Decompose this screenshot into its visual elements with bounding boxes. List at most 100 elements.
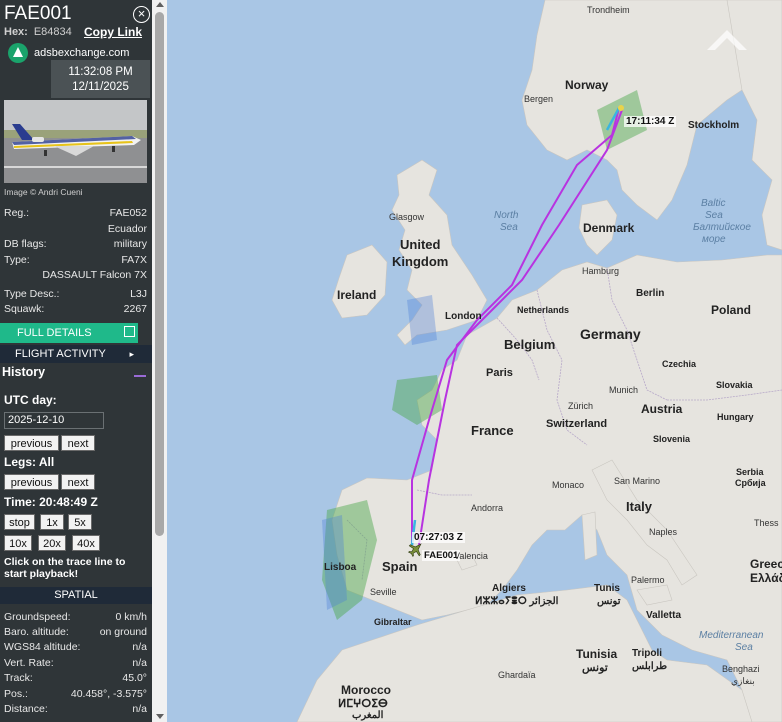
collapse-icon[interactable] [134, 375, 146, 377]
detail-value: FA7X [121, 254, 147, 266]
place-label: Palermo [631, 575, 665, 585]
external-link-icon [124, 326, 135, 337]
place-label: Benghazi [722, 664, 760, 674]
scroll-down-arrow-icon[interactable] [156, 714, 164, 719]
spatial-value: n/a [132, 703, 147, 715]
scroll-thumb[interactable] [155, 12, 164, 536]
place-label: Greec [750, 557, 782, 571]
place-label: United [400, 237, 441, 252]
history-title: History [2, 365, 46, 379]
place-label: Poland [711, 303, 752, 317]
speed-5x-button[interactable]: 5x [68, 514, 92, 530]
playback-hint: Click on the trace line to start playbac… [4, 556, 126, 580]
detail-value: 2267 [123, 303, 147, 315]
place-label: Berlin [636, 288, 665, 299]
map-view[interactable]: 07:27:03 Z 17:11:34 Z FAE001 Trondheim N… [167, 0, 782, 722]
hex-value: E84834 [33, 26, 72, 38]
flight-activity-button[interactable]: FLIGHT ACTIVITY ▸ [0, 345, 152, 363]
scroll-up-arrow-icon[interactable] [156, 2, 164, 7]
speed-20x-button[interactable]: 20x [38, 535, 66, 551]
place-label: المغرب [352, 710, 384, 721]
hex-label: Hex: [4, 26, 28, 38]
place-label: Gibraltar [374, 617, 412, 627]
legs-label: Legs: All [4, 455, 55, 469]
place-label: Sea [500, 222, 518, 233]
detail-value: military [113, 238, 147, 250]
place-label: Denmark [583, 221, 635, 235]
place-label: Glasgow [389, 212, 425, 222]
detail-value: FAE052 [109, 207, 147, 219]
place-label: France [471, 423, 514, 438]
time-label: Time: 20:48:49 Z [4, 495, 98, 509]
place-label: تونس [597, 596, 621, 607]
place-label: Sea [735, 642, 753, 653]
detail-label: Type: [4, 254, 30, 266]
sidebar-scrollbar[interactable] [152, 0, 167, 722]
place-label: Algiers [492, 583, 526, 594]
place-label: Switzerland [546, 418, 608, 430]
prev-day-button[interactable]: previous [4, 435, 59, 451]
full-details-label: FULL DETAILS [17, 327, 92, 339]
place-label: Thess [754, 518, 779, 528]
place-label: Andorra [471, 503, 504, 513]
flight-activity-label: FLIGHT ACTIVITY [15, 348, 106, 360]
place-label: Austria [641, 402, 683, 416]
spatial-label: Track: [4, 672, 33, 684]
speed-10x-button[interactable]: 10x [4, 535, 32, 551]
place-label: Tunisia [576, 647, 618, 661]
full-details-button[interactable]: FULL DETAILS [0, 323, 138, 343]
trace-end-time-label: 17:11:34 Z [624, 116, 677, 127]
place-label: Hamburg [582, 266, 620, 276]
spatial-label: Groundspeed: [4, 611, 71, 623]
place-label: Tunis [594, 583, 620, 594]
place-label: Netherlands [517, 305, 570, 315]
next-day-button[interactable]: next [61, 435, 95, 451]
place-label: Czechia [662, 359, 697, 369]
place-label: Hungary [717, 412, 754, 422]
place-label: Slovenia [653, 434, 691, 444]
place-label: Baltic [701, 198, 726, 209]
place-label: Germany [580, 326, 641, 342]
spatial-section-header[interactable]: SPATIAL [0, 587, 152, 604]
prev-leg-button[interactable]: previous [4, 474, 59, 490]
place-label: تونس [582, 662, 608, 674]
place-label: Kingdom [392, 254, 449, 269]
place-label: Sea [705, 210, 723, 221]
spatial-value: n/a [132, 641, 147, 653]
utc-date-input[interactable]: 2025-12-10 [4, 412, 104, 429]
speed-1x-button[interactable]: 1x [40, 514, 64, 530]
detail-label: Type Desc.: [4, 288, 60, 300]
site-link[interactable]: adsbexchange.com [34, 47, 129, 59]
place-label: North [494, 210, 519, 221]
place-label: Valencia [454, 551, 488, 561]
detail-label: Squawk: [4, 303, 45, 315]
place-label: Valletta [646, 610, 682, 621]
spatial-value: n/a [132, 657, 147, 669]
place-label: Spain [382, 559, 418, 574]
aircraft-photo[interactable] [4, 100, 147, 183]
spatial-label: Pos.: [4, 688, 28, 700]
next-leg-button[interactable]: next [61, 474, 95, 490]
adsbexchange-logo-icon [8, 43, 28, 63]
place-label: Србија [735, 478, 766, 488]
close-button[interactable]: × [133, 6, 150, 23]
spatial-label: Distance: [4, 703, 48, 715]
place-label: Ελλάδ [750, 571, 782, 585]
spatial-label: WGS84 altitude: [4, 641, 81, 653]
place-label: море [702, 234, 726, 245]
trace-end-marker [618, 105, 624, 111]
stop-button[interactable]: stop [4, 514, 35, 530]
spatial-value: 45.0° [122, 672, 147, 684]
place-label: Stockholm [688, 120, 740, 131]
place-label: Munich [609, 385, 639, 395]
clock-time: 11:32:08 PM [68, 66, 133, 78]
spatial-value: on ground [99, 626, 147, 638]
place-label: Lisboa [324, 562, 357, 573]
spatial-label: Baro. altitude: [4, 626, 69, 638]
trace-start-time-label: 07:27:03 Z [412, 532, 465, 543]
image-credit: Image © Andri Cueni [4, 187, 83, 197]
copy-link[interactable]: Copy Link [84, 25, 142, 39]
place-label: ⵍⵣⵣⴰⵢⴻⵔ الجزائر [475, 596, 559, 607]
speed-40x-button[interactable]: 40x [72, 535, 100, 551]
place-label: بنغازي [731, 676, 755, 686]
